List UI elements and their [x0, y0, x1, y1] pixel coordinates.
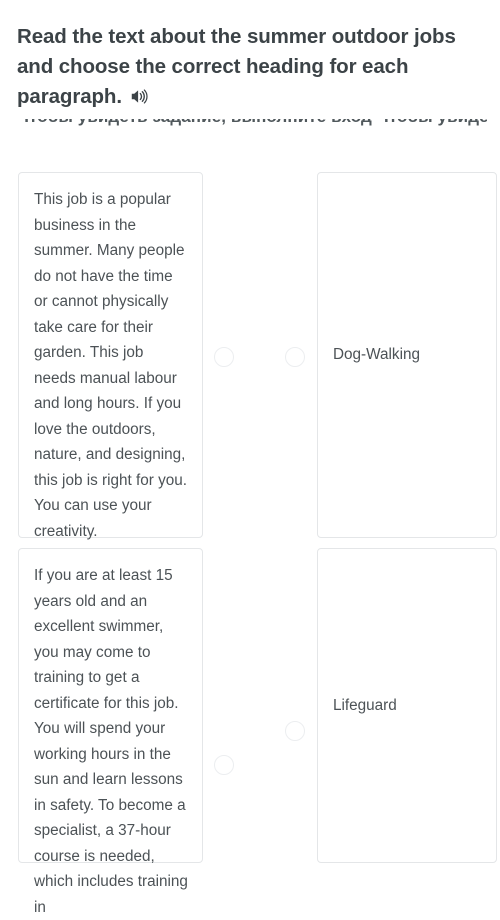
- paragraph-text: If you are at least 15 years old and an …: [34, 567, 188, 916]
- match-row: If you are at least 15 years old and an …: [0, 548, 500, 916]
- matching-exercise: This job is a popular business in the su…: [0, 0, 500, 916]
- match-radio-left[interactable]: [214, 755, 234, 775]
- match-radio-right[interactable]: [285, 347, 305, 367]
- answer-label: Dog-Walking: [333, 346, 420, 363]
- match-radio-right[interactable]: [285, 721, 305, 741]
- paragraph-text: This job is a popular business in the su…: [34, 191, 188, 540]
- answer-label: Lifeguard: [333, 696, 397, 714]
- paragraph-card[interactable]: This job is a popular business in the su…: [18, 172, 203, 540]
- paragraph-card[interactable]: If you are at least 15 years old and an …: [18, 548, 203, 916]
- answer-card[interactable]: Dog-Walking: [317, 172, 497, 538]
- answer-card[interactable]: Lifeguard: [317, 548, 497, 863]
- match-row: This job is a popular business in the su…: [0, 172, 500, 540]
- match-radio-left[interactable]: [214, 347, 234, 367]
